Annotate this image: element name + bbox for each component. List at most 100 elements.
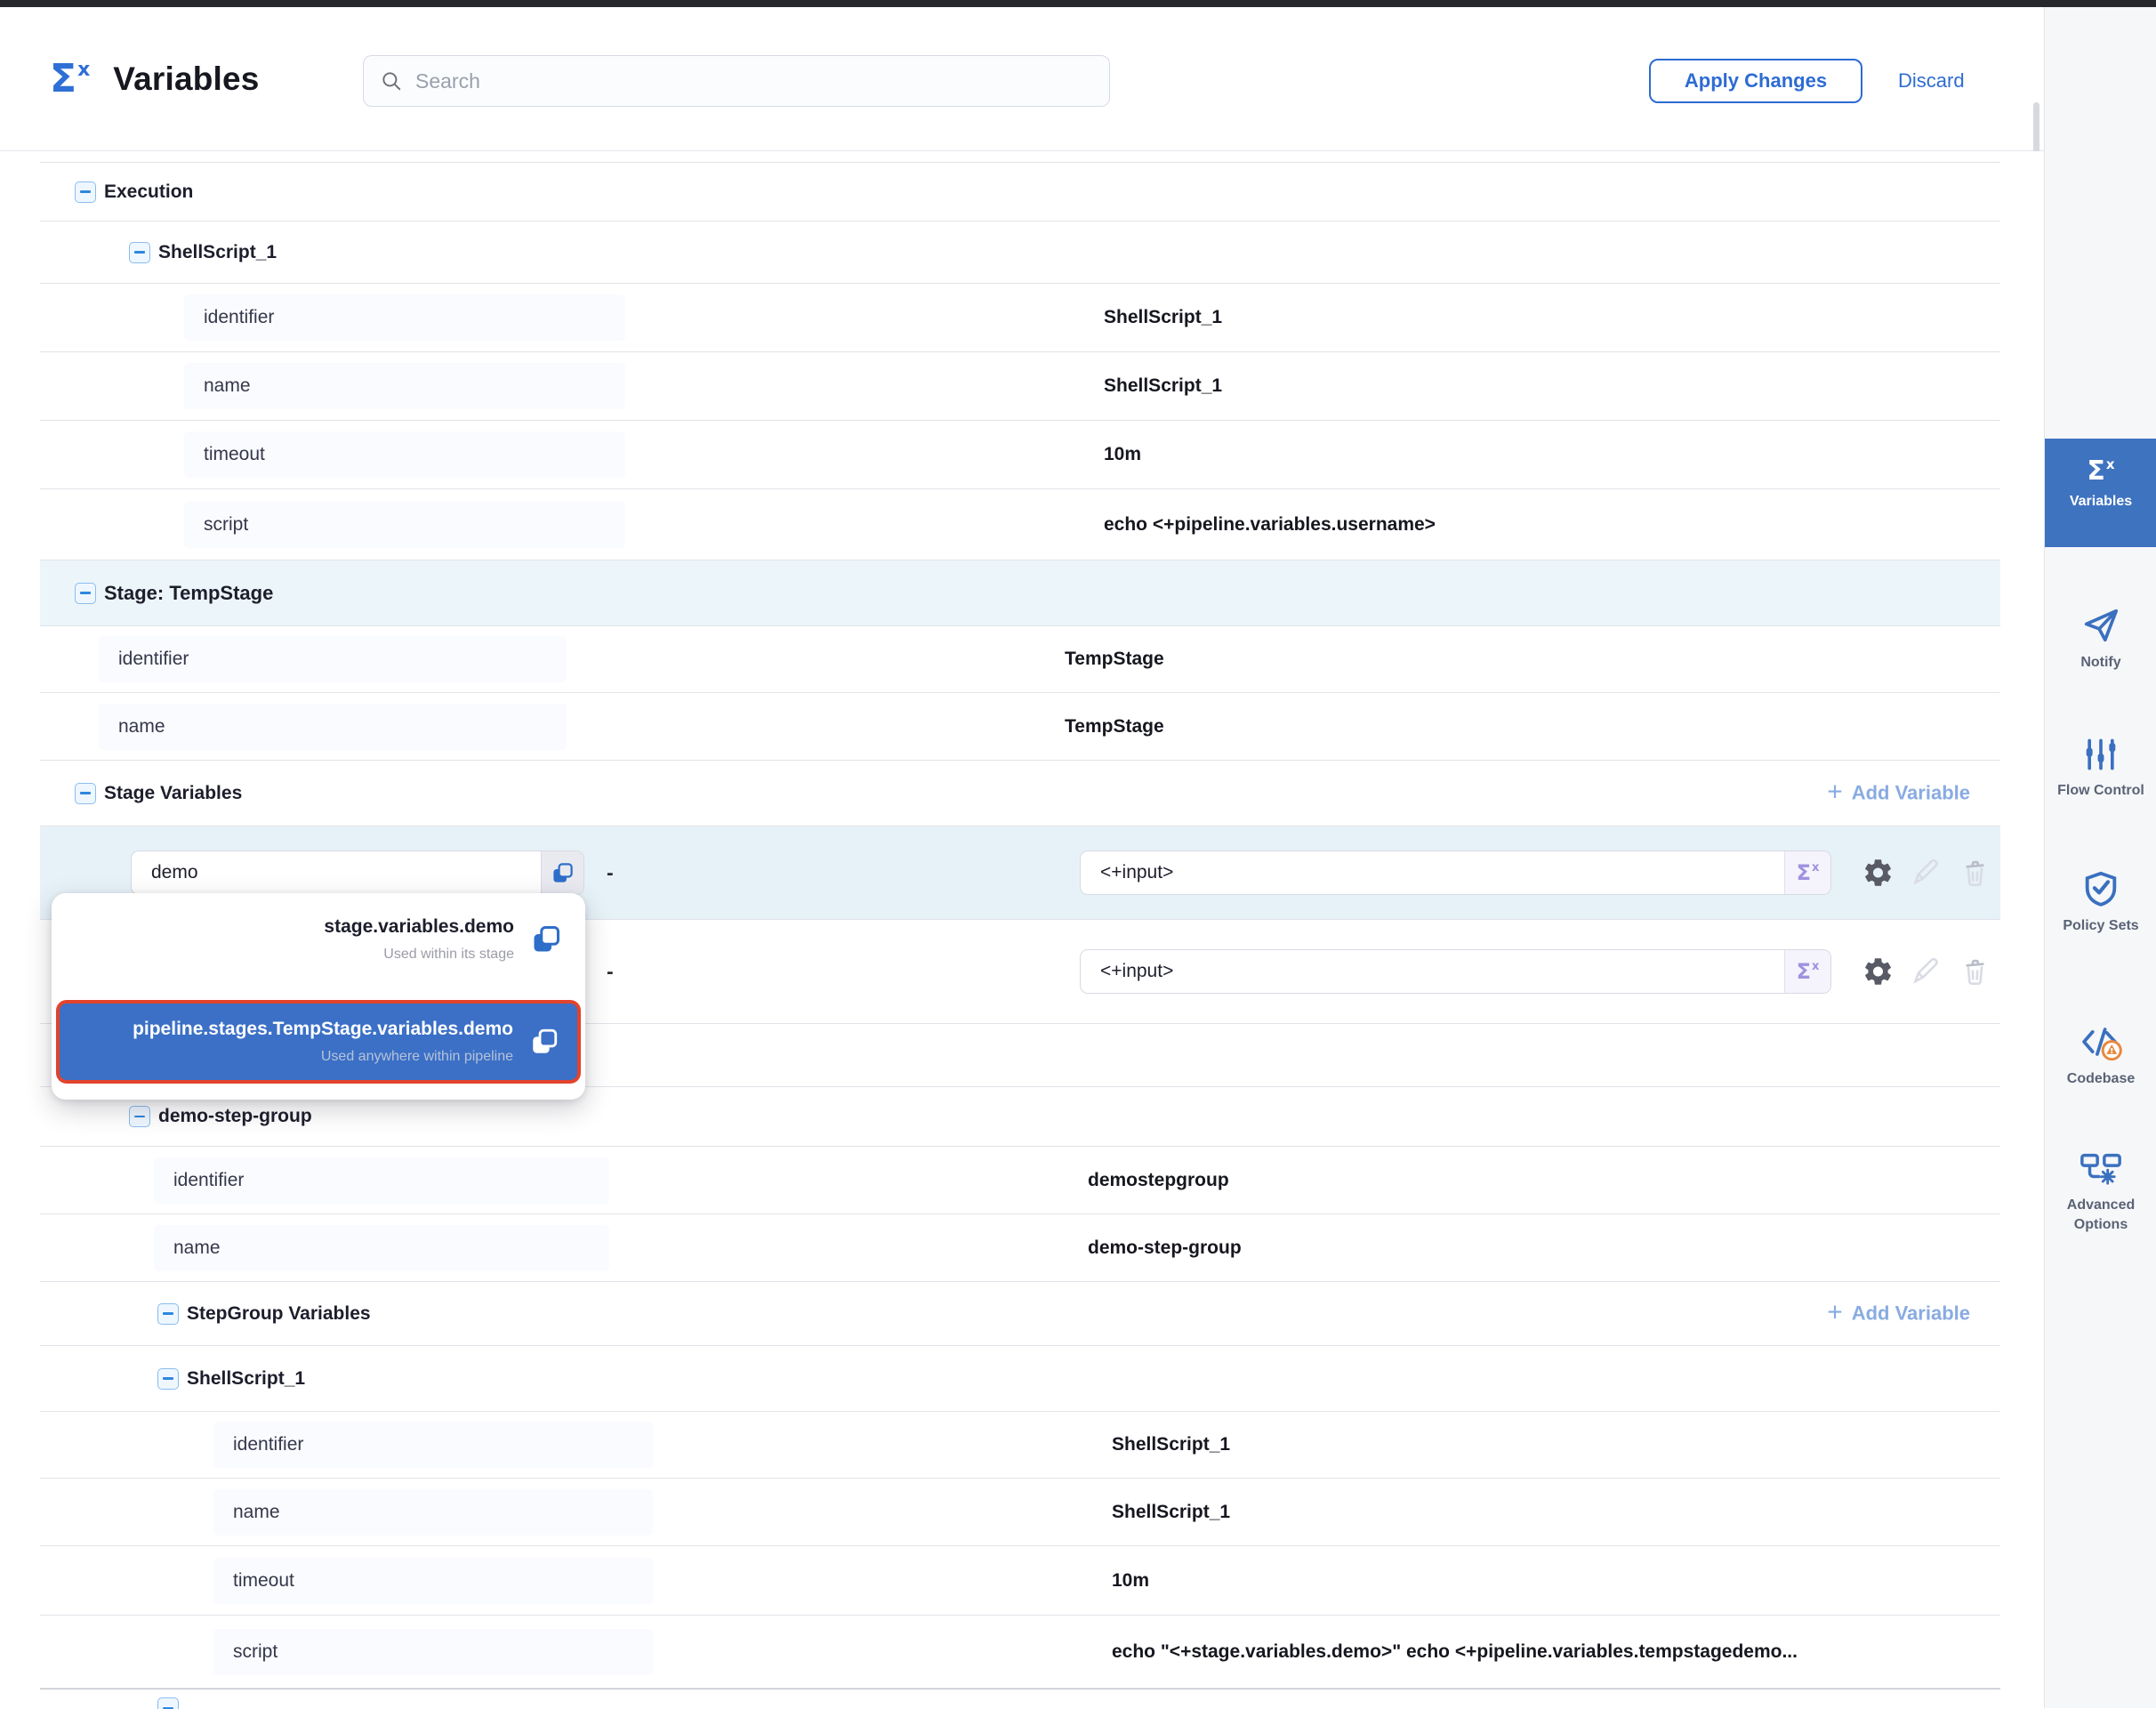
sigma-icon: Σx xyxy=(1797,961,1820,982)
tree-row-execution[interactable]: Execution xyxy=(40,163,2000,222)
tree-row-partial-bottom[interactable] xyxy=(40,1689,2000,1709)
sidebar-item-variables[interactable]: Σx Variables xyxy=(2045,439,2156,547)
tree-label: Execution xyxy=(104,181,193,203)
field-value: echo "<+stage.variables.demo>" echo <+pi… xyxy=(1112,1641,1798,1663)
collapse-icon[interactable] xyxy=(75,181,96,203)
collapse-icon[interactable] xyxy=(129,242,150,263)
variable-value-input[interactable] xyxy=(1081,851,1784,894)
sidebar-item-advanced-options[interactable]: Advanced Options xyxy=(2045,1149,2156,1236)
tree-label: ShellScript_1 xyxy=(158,242,277,263)
expression-option-pipeline-scope-selected[interactable]: pipeline.stages.TempStage.variables.demo… xyxy=(56,1000,581,1084)
tree-label: ShellScript_1 xyxy=(187,1368,305,1390)
field-value: 10m xyxy=(1112,1570,1149,1592)
field-row-script: script echo <+pipeline.variables.usernam… xyxy=(40,489,2000,560)
sigma-icon: Σx xyxy=(1797,862,1820,883)
expression-path: pipeline.stages.TempStage.variables.demo xyxy=(133,1019,513,1040)
tree-row-shellscript-1-inner[interactable]: ShellScript_1 xyxy=(40,1346,2000,1412)
field-label-box: name xyxy=(154,1225,609,1271)
collapse-icon[interactable] xyxy=(129,1106,150,1127)
delete-trash-button[interactable] xyxy=(1959,956,1991,988)
add-variable-button[interactable]: + Add Variable xyxy=(1827,781,1970,805)
field-label-box: timeout xyxy=(213,1558,653,1604)
collapse-icon[interactable] xyxy=(157,1368,179,1390)
sidebar-item-codebase[interactable]: Codebase xyxy=(2045,1021,2156,1089)
sidebar-item-notify[interactable]: Notify xyxy=(2045,605,2156,673)
variables-sigma-icon: Σx xyxy=(50,60,90,99)
tree-row-shellscript-1[interactable]: ShellScript_1 xyxy=(40,222,2000,284)
collapse-icon[interactable] xyxy=(157,1303,179,1325)
search-icon xyxy=(380,69,403,93)
paper-plane-icon xyxy=(2045,605,2156,646)
field-value: TempStage xyxy=(1065,716,1164,738)
tree-row-stage-variables[interactable]: Stage Variables + Add Variable xyxy=(40,761,2000,826)
variable-value-input[interactable] xyxy=(1081,950,1784,993)
field-value: ShellScript_1 xyxy=(1112,1502,1230,1523)
tree-row-stepgroup-variables[interactable]: StepGroup Variables + Add Variable xyxy=(40,1282,2000,1346)
field-value: ShellScript_1 xyxy=(1104,307,1222,328)
search-input[interactable] xyxy=(415,69,1093,93)
variable-value-input-shell: Σx xyxy=(1080,850,1831,895)
edit-pencil-button[interactable] xyxy=(1910,858,1941,889)
add-variable-button[interactable]: + Add Variable xyxy=(1827,1302,1970,1326)
settings-gear-button[interactable] xyxy=(1862,857,1895,890)
expression-option-stage-scope[interactable]: stage.variables.demo Used within its sta… xyxy=(52,893,585,963)
field-value: demo-step-group xyxy=(1088,1237,1242,1259)
field-label-box: identifier xyxy=(154,1157,609,1204)
plus-icon: + xyxy=(1827,1299,1843,1326)
field-label-box: identifier xyxy=(99,636,567,682)
variable-value-input-shell: Σx xyxy=(1080,949,1831,994)
expression-path: stage.variables.demo xyxy=(324,916,514,938)
sidebar-item-flow-control[interactable]: Flow Control xyxy=(2045,735,2156,801)
pencil-icon xyxy=(1910,858,1941,889)
right-sidebar: Σx Variables Notify Flow Control Policy … xyxy=(2044,7,2156,1708)
field-value: 10m xyxy=(1104,444,1141,465)
field-row-identifier: identifier TempStage xyxy=(40,626,2000,693)
field-row-script: script echo "<+stage.variables.demo>" ec… xyxy=(40,1616,2000,1689)
code-warning-icon xyxy=(2045,1021,2156,1062)
field-label-box: script xyxy=(184,502,625,548)
variable-separator: - xyxy=(607,861,614,885)
variable-name-input[interactable] xyxy=(132,851,541,894)
tree-row-stage-tempstage[interactable]: Stage: TempStage xyxy=(40,560,2000,626)
tree-label: StepGroup Variables xyxy=(187,1303,371,1325)
page-header: Σx Variables Apply Changes Discard xyxy=(0,7,2044,151)
sidebar-item-policy-sets[interactable]: Policy Sets xyxy=(2045,868,2156,936)
collapse-icon[interactable] xyxy=(75,583,96,604)
pencil-icon xyxy=(1910,956,1941,988)
copy-icon[interactable] xyxy=(529,1027,559,1057)
copy-button[interactable] xyxy=(541,851,583,894)
collapse-icon[interactable] xyxy=(157,1697,179,1709)
variables-sigma-icon: Σx xyxy=(2045,458,2156,485)
collapse-icon[interactable] xyxy=(75,783,96,804)
edit-pencil-button[interactable] xyxy=(1910,956,1941,988)
top-bar xyxy=(0,0,2156,7)
runtime-input-type-button[interactable]: Σx xyxy=(1784,851,1830,894)
field-label-box: identifier xyxy=(184,294,625,341)
discard-link[interactable]: Discard xyxy=(1898,59,1965,103)
gear-icon xyxy=(1862,857,1895,890)
delete-trash-button[interactable] xyxy=(1959,858,1991,889)
field-label-box: timeout xyxy=(184,431,625,478)
sliders-icon xyxy=(2045,735,2156,774)
tree-label: Stage Variables xyxy=(104,783,242,804)
settings-gear-button[interactable] xyxy=(1862,955,1895,988)
field-row-name: name demo-step-group xyxy=(40,1214,2000,1282)
field-value: TempStage xyxy=(1065,649,1164,670)
field-label-box: name xyxy=(99,704,567,750)
copy-icon[interactable] xyxy=(530,923,562,955)
search-box[interactable] xyxy=(363,55,1110,107)
stage-header-label: Stage: TempStage xyxy=(104,582,273,605)
field-value: ShellScript_1 xyxy=(1112,1434,1230,1455)
expression-scope: Used within its stage xyxy=(383,947,514,963)
field-row-identifier: identifier ShellScript_1 xyxy=(40,284,2000,352)
trash-icon xyxy=(1959,858,1991,889)
field-label-box: name xyxy=(184,363,625,409)
page-title: Variables xyxy=(113,60,259,98)
apply-changes-button[interactable]: Apply Changes xyxy=(1649,59,1862,103)
shield-check-icon xyxy=(2045,868,2156,909)
variable-name-input-shell xyxy=(131,850,584,895)
field-value: ShellScript_1 xyxy=(1104,375,1222,397)
runtime-input-type-button[interactable]: Σx xyxy=(1784,950,1830,993)
plus-icon: + xyxy=(1827,778,1843,805)
field-value: echo <+pipeline.variables.username> xyxy=(1104,514,1436,536)
